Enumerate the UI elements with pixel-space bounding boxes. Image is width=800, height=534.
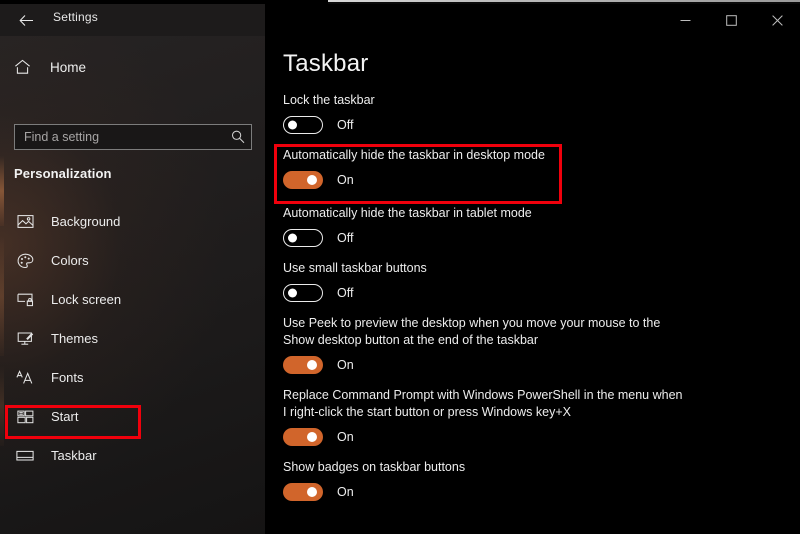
setting-label: Replace Command Prompt with Windows Powe… (283, 388, 683, 419)
minimize-button[interactable] (662, 4, 708, 36)
sidebar-section-header: Personalization (14, 166, 112, 181)
setting-label: Automatically hide the taskbar in deskto… (283, 148, 545, 162)
sidebar-item-lock-screen[interactable]: Lock screen (0, 280, 265, 319)
toggle-lock-the-taskbar[interactable] (283, 116, 323, 134)
page-title: Taskbar (283, 50, 369, 77)
toggle-state-label: On (337, 173, 354, 187)
toggle-knob (288, 233, 297, 243)
lock-screen-icon (14, 290, 36, 310)
toggle-knob (307, 175, 317, 185)
toggle-knob (307, 432, 317, 442)
setting-label: Lock the taskbar (283, 93, 375, 107)
sidebar-item-home-label: Home (50, 59, 87, 75)
setting-automatically-hide-tablet-mode: Automatically hide the taskbar in tablet… (283, 205, 783, 247)
sidebar-item-themes-label: Themes (51, 331, 98, 346)
fonts-aa-icon (14, 368, 36, 388)
setting-label: Show badges on taskbar buttons (283, 460, 466, 474)
minimize-icon (680, 15, 691, 26)
toggle-state-label: On (337, 430, 354, 444)
toggle-state-label: On (337, 358, 354, 372)
toggle-replace-command-prompt-powershell[interactable] (283, 428, 323, 446)
toggle-automatically-hide-tablet-mode[interactable] (283, 229, 323, 247)
settings-list: Lock the taskbar Off Automatically hide … (283, 92, 783, 514)
sidebar-item-background[interactable]: Background (0, 202, 265, 241)
sidebar-item-themes[interactable]: Themes (0, 319, 265, 358)
close-icon (771, 14, 783, 26)
sidebar-nav-list: Background Colors Lock screen Themes Fon… (0, 202, 265, 475)
toggle-row: Off (283, 229, 783, 247)
sidebar-item-fonts[interactable]: Fonts (0, 358, 265, 397)
toggle-row: On (283, 483, 783, 501)
toggle-row: Off (283, 116, 783, 134)
home-icon (14, 59, 36, 75)
toggle-state-label: Off (337, 286, 354, 300)
toggle-state-label: Off (337, 231, 354, 245)
setting-label: Use small taskbar buttons (283, 261, 427, 275)
toggle-automatically-hide-desktop-mode[interactable] (283, 171, 323, 189)
sidebar-item-start-label: Start (51, 409, 79, 424)
maximize-icon (725, 14, 737, 26)
setting-use-small-taskbar-buttons: Use small taskbar buttons Off (283, 260, 783, 302)
setting-label: Use Peek to preview the desktop when you… (283, 316, 661, 347)
sidebar-item-fonts-label: Fonts (51, 370, 84, 385)
palette-icon (14, 251, 36, 271)
setting-label: Automatically hide the taskbar in tablet… (283, 206, 532, 220)
setting-use-peek-preview-desktop: Use Peek to preview the desktop when you… (283, 315, 783, 374)
toggle-knob (288, 288, 297, 298)
sidebar-item-home[interactable]: Home (0, 50, 265, 84)
start-grid-icon (14, 407, 36, 427)
toggle-show-badges-on-taskbar-buttons[interactable] (283, 483, 323, 501)
settings-window: Settings Home Find a setting Personaliza… (0, 0, 800, 534)
main-content: Taskbar Lock the taskbar Off Automatical… (265, 36, 800, 534)
search-input[interactable] (15, 130, 225, 144)
window-controls (662, 4, 800, 36)
sidebar-item-lock-screen-label: Lock screen (51, 292, 122, 307)
sidebar-item-taskbar-label: Taskbar (51, 448, 97, 463)
search-icon (225, 130, 251, 144)
close-button[interactable] (754, 4, 800, 36)
sidebar-item-colors-label: Colors (51, 253, 89, 268)
setting-automatically-hide-desktop-mode: Automatically hide the taskbar in deskto… (283, 147, 783, 189)
setting-show-badges-on-taskbar-buttons: Show badges on taskbar buttons On (283, 459, 783, 501)
toggle-use-small-taskbar-buttons[interactable] (283, 284, 323, 302)
title-bar: Settings (0, 4, 800, 36)
maximize-button[interactable] (708, 4, 754, 36)
back-arrow-icon (18, 14, 34, 27)
sidebar-item-taskbar[interactable]: Taskbar (0, 436, 265, 475)
sidebar-item-background-label: Background (51, 214, 121, 229)
toggle-state-label: Off (337, 118, 354, 132)
sidebar: Home Personalization (0, 36, 265, 534)
toggle-knob (307, 487, 317, 497)
toggle-row: On (283, 171, 783, 189)
taskbar-icon (14, 446, 36, 466)
toggle-row: On (283, 428, 783, 446)
sidebar-item-start[interactable]: Start (0, 397, 265, 436)
sidebar-item-colors[interactable]: Colors (0, 241, 265, 280)
toggle-knob (288, 120, 297, 130)
window-title: Settings (53, 10, 98, 24)
themes-brush-icon (14, 329, 36, 349)
back-button[interactable] (10, 8, 42, 32)
toggle-row: On (283, 356, 783, 374)
image-icon (14, 212, 36, 232)
search-box[interactable] (14, 124, 252, 150)
setting-lock-the-taskbar: Lock the taskbar Off (283, 92, 783, 134)
setting-replace-command-prompt-powershell: Replace Command Prompt with Windows Powe… (283, 387, 783, 446)
toggle-use-peek-preview-desktop[interactable] (283, 356, 323, 374)
toggle-state-label: On (337, 485, 354, 499)
toggle-knob (307, 360, 317, 370)
toggle-row: Off (283, 284, 783, 302)
